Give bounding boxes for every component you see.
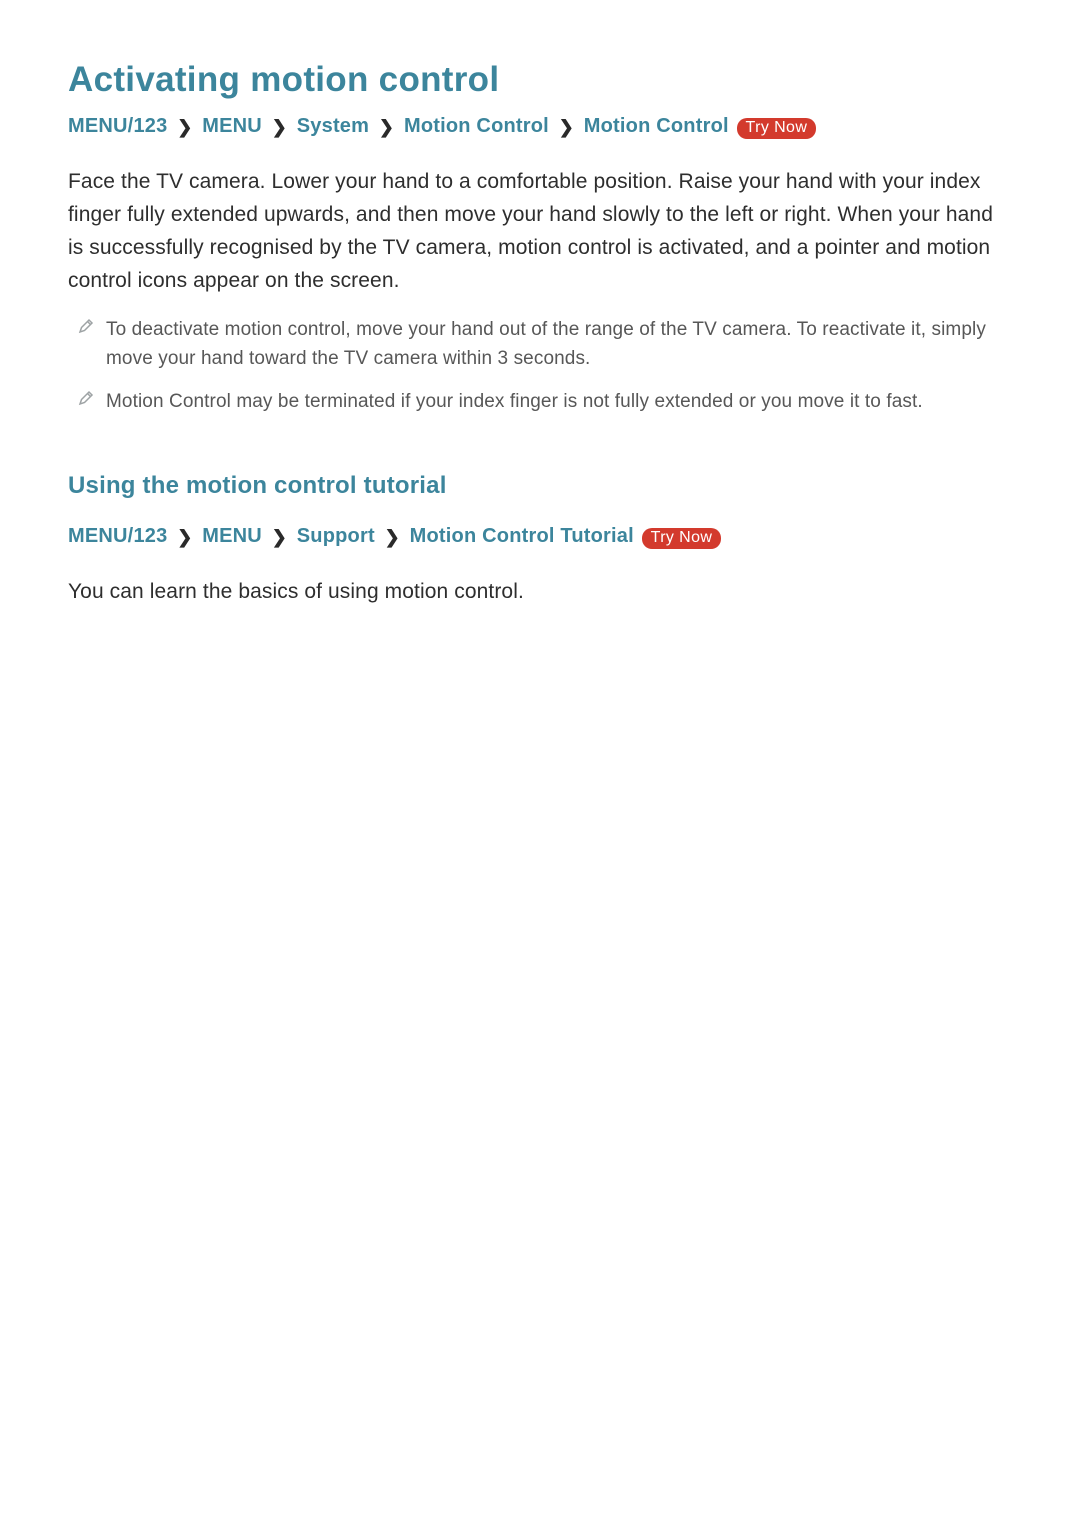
heading-activating-motion-control: Activating motion control <box>68 60 1012 100</box>
note-text: To deactivate motion control, move your … <box>106 315 1012 373</box>
nav-item[interactable]: System <box>297 115 369 137</box>
heading-tutorial: Using the motion control tutorial <box>68 472 1012 500</box>
note-row: Motion Control may be terminated if your… <box>72 387 1012 416</box>
chevron-right-icon: ❯ <box>177 113 192 141</box>
paragraph-main-2: You can learn the basics of using motion… <box>68 575 1012 608</box>
nav-item[interactable]: Motion Control Tutorial <box>410 525 634 547</box>
try-now-badge[interactable]: Try Now <box>642 528 722 549</box>
chevron-right-icon: ❯ <box>177 523 192 551</box>
pencil-icon <box>72 317 100 339</box>
chevron-right-icon: ❯ <box>272 113 287 141</box>
nav-item[interactable]: MENU/123 <box>68 525 167 547</box>
chevron-right-icon: ❯ <box>272 523 287 551</box>
chevron-right-icon: ❯ <box>559 113 574 141</box>
page: Activating motion control MENU/123 ❯ MEN… <box>0 0 1080 608</box>
nav-item[interactable]: Motion Control <box>404 115 549 137</box>
menu-path-1: MENU/123 ❯ MENU ❯ System ❯ Motion Contro… <box>68 112 1012 141</box>
nav-item[interactable]: Support <box>297 525 375 547</box>
try-now-badge[interactable]: Try Now <box>737 118 817 139</box>
menu-path-2: MENU/123 ❯ MENU ❯ Support ❯ Motion Contr… <box>68 522 1012 551</box>
nav-item[interactable]: Motion Control <box>584 115 729 137</box>
nav-item[interactable]: MENU <box>202 525 262 547</box>
chevron-right-icon: ❯ <box>385 523 400 551</box>
pencil-icon <box>72 389 100 411</box>
nav-item[interactable]: MENU/123 <box>68 115 167 137</box>
paragraph-main-1: Face the TV camera. Lower your hand to a… <box>68 165 1012 297</box>
chevron-right-icon: ❯ <box>379 113 394 141</box>
note-row: To deactivate motion control, move your … <box>72 315 1012 373</box>
nav-item[interactable]: MENU <box>202 115 262 137</box>
note-text: Motion Control may be terminated if your… <box>106 387 923 416</box>
